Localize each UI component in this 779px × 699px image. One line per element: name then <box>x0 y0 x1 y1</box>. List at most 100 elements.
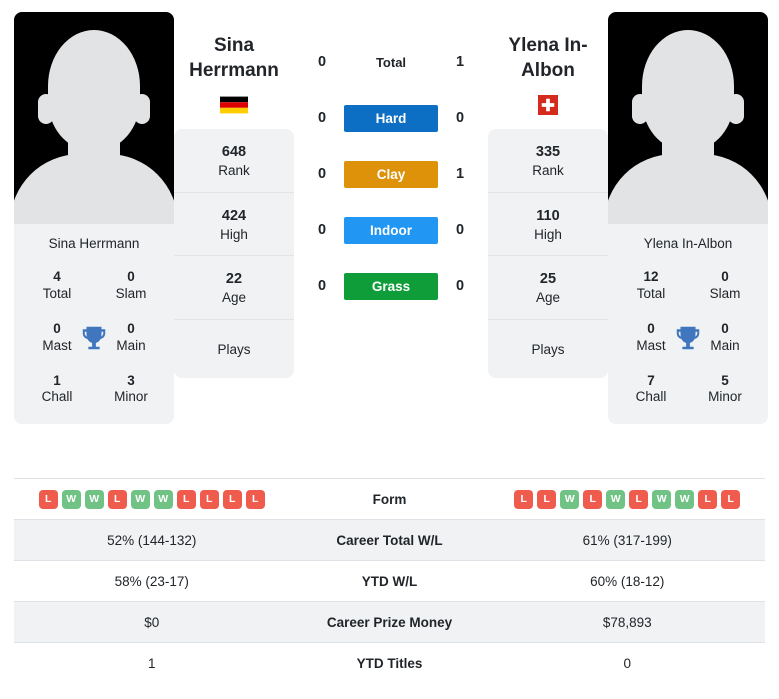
h2h-indoor-right: 0 <box>455 222 465 238</box>
right-player-name: Ylena In- Albon <box>488 34 608 83</box>
table-row-ytd-titles: 1 YTD Titles 0 <box>14 642 765 683</box>
form-badge-win[interactable]: W <box>560 489 580 509</box>
ytd-wl-left: 58% (23-17) <box>114 573 189 589</box>
form-right-strip: LLWLWLWWLL <box>490 489 766 509</box>
right-player-info-column: Ylena In- Albon 335 Rank 110 High 25 Age… <box>488 34 608 379</box>
comparison-header: Sina Herrmann 4 Total 0 Slam 0 Mast 0 Ma… <box>0 0 779 478</box>
right-stat-plays-label: Plays <box>531 341 565 357</box>
right-title-minor-label: Minor <box>708 389 742 405</box>
form-badge-loss[interactable]: L <box>245 489 265 509</box>
h2h-clay-right: 1 <box>455 166 465 182</box>
h2h-total-right: 1 <box>455 54 465 70</box>
row-label-ytd-wl: YTD W/L <box>361 573 418 589</box>
left-stat-rank: 648 Rank <box>174 129 294 193</box>
left-stat-plays: Plays <box>174 320 294 379</box>
form-badge-win[interactable]: W <box>153 489 173 509</box>
left-title-total-value: 4 <box>53 269 61 284</box>
right-title-total-label: Total <box>636 285 666 301</box>
form-badge-win[interactable]: W <box>130 489 150 509</box>
row-label-form: Form <box>372 491 407 507</box>
right-title-chall-label: Chall <box>635 389 667 405</box>
right-title-chall-value: 7 <box>647 372 655 388</box>
left-stat-age: 22 Age <box>174 256 294 320</box>
form-badge-loss[interactable]: L <box>222 489 242 509</box>
right-stat-rank: 335 Rank <box>488 129 608 193</box>
left-player-photo-column: Sina Herrmann 4 Total 0 Slam 0 Mast 0 Ma… <box>14 12 174 425</box>
form-badge-loss[interactable]: L <box>176 489 196 509</box>
right-title-minor-value: 5 <box>721 372 729 388</box>
left-title-slam: 0 Slam <box>94 261 168 311</box>
left-stat-age-label: Age <box>221 290 247 305</box>
h2h-row-grass: 0 Grass 0 <box>300 258 482 314</box>
right-stat-high: 110 High <box>488 193 608 257</box>
head-to-head-surfaces: 0 Total 1 0 Hard 0 0 Clay 1 0 Indoor 0 0 <box>294 34 488 314</box>
form-badge-win[interactable]: W <box>606 489 626 509</box>
table-row-career-wl: 52% (144-132) Career Total W/L 61% (317-… <box>14 519 765 560</box>
form-badge-loss[interactable]: L <box>514 489 534 509</box>
left-player-photo-name: Sina Herrmann <box>48 236 140 251</box>
left-player-stat-card: 648 Rank 424 High 22 Age Plays <box>174 129 294 379</box>
right-stat-high-label: High <box>534 226 562 242</box>
h2h-row-clay: 0 Clay 1 <box>300 146 482 202</box>
right-player-photo <box>608 12 768 224</box>
right-player-name-line2: Albon <box>521 59 575 81</box>
form-badge-loss[interactable]: L <box>199 489 219 509</box>
form-badge-win[interactable]: W <box>84 489 104 509</box>
right-title-total: 12 Total <box>614 261 688 311</box>
form-badge-loss[interactable]: L <box>698 489 718 509</box>
h2h-row-total: 0 Total 1 <box>300 34 482 90</box>
form-right: LLWLWLWWLL <box>490 489 766 509</box>
form-badge-loss[interactable]: L <box>38 489 58 509</box>
form-badge-loss[interactable]: L <box>721 489 741 509</box>
left-player-photo <box>14 12 174 224</box>
form-badge-loss[interactable]: L <box>537 489 557 509</box>
left-player-flag-wrap <box>174 95 294 115</box>
left-title-minor-label: Minor <box>114 389 148 405</box>
right-title-slam-value: 0 <box>721 269 729 284</box>
right-player-photo-name: Ylena In-Albon <box>643 236 733 251</box>
germany-flag-icon <box>220 96 248 114</box>
right-stat-age-label: Age <box>535 290 561 305</box>
h2h-hard-right: 0 <box>455 110 465 126</box>
ytd-wl-right: 60% (18-12) <box>590 573 665 589</box>
form-badge-win[interactable]: W <box>675 489 695 509</box>
left-player-card: Sina Herrmann 4 Total 0 Slam 0 Mast 0 Ma… <box>14 12 174 425</box>
ytd-titles-right: 0 <box>623 655 631 671</box>
career-wl-left: 52% (144-132) <box>107 532 197 548</box>
avatar-shoulders <box>608 154 768 224</box>
right-title-slam: 0 Slam <box>688 261 762 311</box>
left-title-minor-value: 3 <box>127 372 135 388</box>
prize-money-left: $0 <box>144 614 160 630</box>
right-stat-rank-value: 335 <box>535 144 561 161</box>
right-stat-age: 25 Age <box>488 256 608 320</box>
right-player-stat-card: 335 Rank 110 High 25 Age Plays <box>488 129 608 379</box>
row-label-career-wl: Career Total W/L <box>336 532 443 548</box>
left-player-name-line1: Sina <box>213 35 255 56</box>
row-label-ytd-titles: YTD Titles <box>356 655 423 671</box>
player-comparison-page: Sina Herrmann 4 Total 0 Slam 0 Mast 0 Ma… <box>0 0 779 699</box>
avatar-ear-right <box>134 94 150 124</box>
right-title-slam-label: Slam <box>709 285 741 301</box>
avatar-ear-left <box>632 94 648 124</box>
right-player-card: Ylena In-Albon 12 Total 0 Slam 0 Mast 0 … <box>608 12 768 425</box>
h2h-hard-left: 0 <box>317 110 327 126</box>
right-player-titles-grid: 12 Total 0 Slam 0 Mast 0 Main 7 Chall 5 … <box>608 261 768 414</box>
form-badge-loss[interactable]: L <box>107 489 127 509</box>
avatar-ear-right <box>728 94 744 124</box>
form-badge-loss[interactable]: L <box>629 489 649 509</box>
form-left-strip: LWWLWWLLLL <box>14 489 290 509</box>
form-badge-win[interactable]: W <box>61 489 81 509</box>
left-stat-rank-label: Rank <box>218 163 250 179</box>
trophy-icon <box>676 326 700 349</box>
h2h-indoor-left: 0 <box>317 222 327 238</box>
form-badge-loss[interactable]: L <box>583 489 603 509</box>
h2h-clay-badge: Clay <box>344 160 438 188</box>
left-player-titles-grid: 4 Total 0 Slam 0 Mast 0 Main 1 Chall 3 M… <box>14 261 174 414</box>
h2h-grass-right: 0 <box>455 278 465 294</box>
table-row-form: LWWLWWLLLL Form LLWLWLWWLL <box>14 478 765 519</box>
form-badge-win[interactable]: W <box>652 489 672 509</box>
prize-money-right: $78,893 <box>602 614 652 630</box>
left-stat-high-value: 424 <box>221 207 247 224</box>
right-stat-plays: Plays <box>488 320 608 379</box>
trophy-icon <box>82 326 106 349</box>
